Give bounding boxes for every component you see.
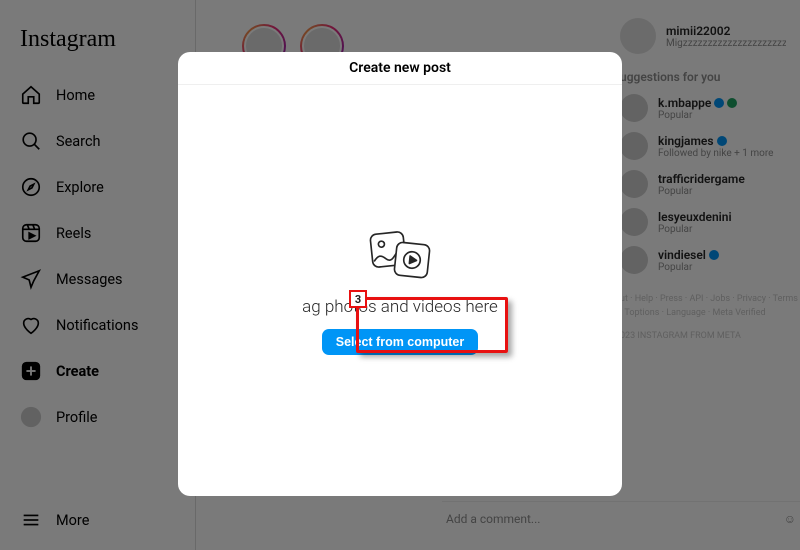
media-icon: [363, 227, 437, 285]
modal-title: Create new post: [178, 52, 622, 85]
modal-body[interactable]: ag photos and videos here Select from co…: [178, 85, 622, 496]
drag-text: ag photos and videos here: [302, 297, 498, 317]
select-from-computer-button[interactable]: Select from computer: [322, 329, 479, 355]
create-post-modal: Create new post ag photos and videos her…: [178, 52, 622, 496]
modal-overlay[interactable]: Create new post ag photos and videos her…: [0, 0, 800, 550]
